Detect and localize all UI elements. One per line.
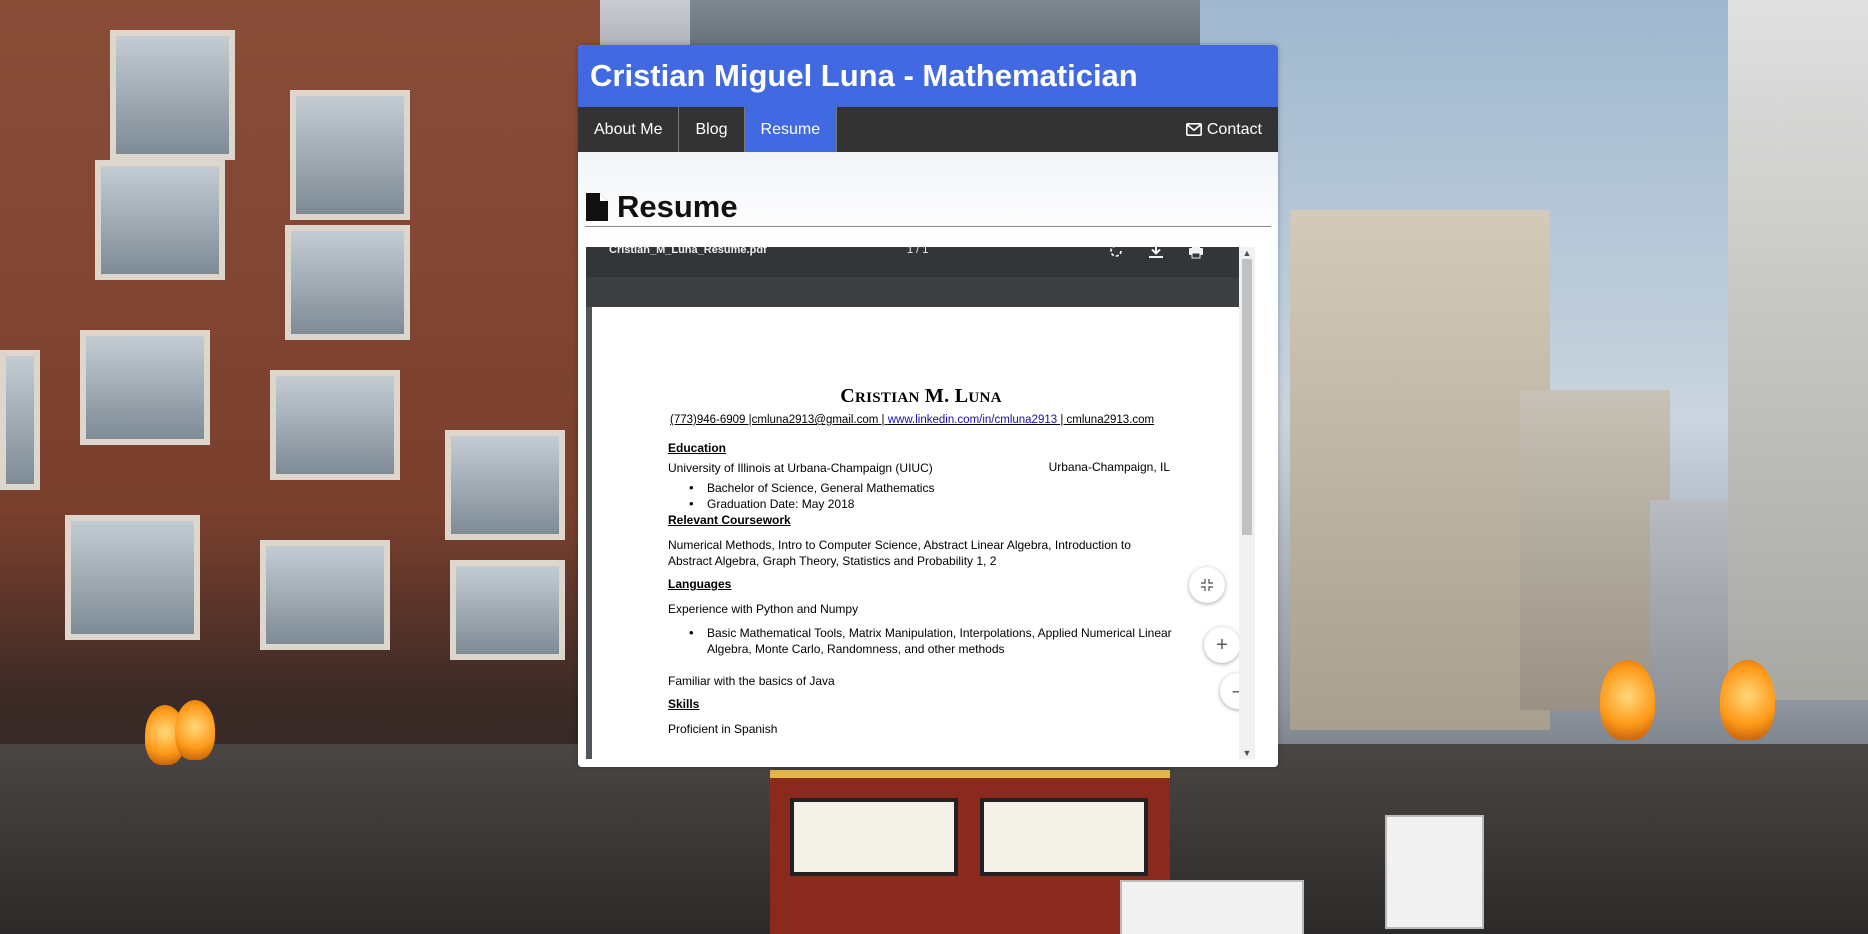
linkedin-link[interactable]: www.linkedin.com/in/cmluna2913	[888, 414, 1057, 426]
scroll-up-arrow[interactable]: ▲	[1239, 247, 1255, 259]
resume-name: CRISTIAN M. LUNA	[840, 385, 1002, 407]
site-header: Cristian Miguel Luna - Mathematician	[578, 45, 1278, 107]
background-building	[1520, 390, 1670, 710]
resume-languages-item-cont: Algebra, Monte Carlo, Randomness, and ot…	[707, 642, 1005, 656]
resume-coursework-line: Numerical Methods, Intro to Computer Sci…	[668, 538, 1131, 552]
pdf-scrollbar[interactable]: ▲ ▼	[1239, 247, 1255, 759]
section-title: Resume	[617, 189, 738, 224]
resume-heading-coursework: Relevant Coursework	[668, 513, 791, 527]
resume-heading-education: Education	[668, 441, 727, 455]
resume-education-item: Bachelor of Science, General Mathematics	[689, 480, 934, 496]
contact-label: Contact	[1206, 120, 1262, 138]
resume-skills-line: Proficient in Spanish	[668, 722, 778, 736]
background-truck	[1120, 880, 1304, 934]
background-street-lamp	[1600, 660, 1655, 740]
pdf-page: CRISTIAN M. LUNA (773)946-6909 |cmluna29…	[592, 307, 1250, 759]
background-street-lamp	[175, 700, 215, 760]
resume-heading-skills: Skills	[668, 697, 700, 711]
pdf-filename: Cristian_M_Luna_Resume.pdf	[609, 247, 767, 256]
resume-java-line: Familiar with the basics of Java	[668, 674, 835, 688]
background-street-lamp	[1720, 660, 1775, 740]
nav-item-contact[interactable]: Contact	[1170, 107, 1278, 152]
resume-contact-line: (773)946-6909 |cmluna2913@gmail.com | ww…	[670, 414, 1155, 426]
fit-page-button[interactable]	[1189, 567, 1225, 603]
content-area: Resume Cristian_M_Luna_Resume.pdf 1 / 1 …	[578, 152, 1278, 767]
scroll-down-arrow[interactable]: ▼	[1239, 747, 1255, 759]
zoom-in-button[interactable]: +	[1204, 627, 1240, 663]
rotate-icon[interactable]	[1105, 247, 1127, 261]
site-title: Cristian Miguel Luna - Mathematician	[590, 58, 1138, 93]
resume-languages-line: Experience with Python and Numpy	[668, 602, 859, 616]
envelope-icon	[1185, 123, 1202, 136]
main-card: Cristian Miguel Luna - Mathematician Abo…	[578, 45, 1278, 767]
section-heading: Resume	[585, 188, 1271, 227]
resume-heading-languages: Languages	[668, 577, 732, 591]
background-building	[1290, 210, 1550, 730]
resume-university: University of Illinois at Urbana-Champai…	[668, 461, 933, 475]
download-icon[interactable]	[1145, 247, 1167, 261]
resume-education-item: Graduation Date: May 2018	[689, 496, 854, 512]
fit-page-icon	[1201, 579, 1213, 591]
nav-item-blog[interactable]: Blog	[679, 107, 745, 152]
background-building	[1728, 0, 1868, 700]
file-icon	[586, 193, 608, 221]
background-theater-marquee	[770, 770, 1170, 934]
resume-languages-item: Basic Mathematical Tools, Matrix Manipul…	[689, 625, 1172, 641]
scrollbar-thumb[interactable]	[1242, 259, 1252, 535]
print-icon[interactable]	[1185, 247, 1207, 261]
zoom-in-icon: +	[1216, 633, 1228, 656]
background-truck	[1385, 815, 1484, 929]
nav-item-resume[interactable]: Resume	[744, 107, 838, 152]
pdf-toolbar: Cristian_M_Luna_Resume.pdf 1 / 1	[586, 247, 1255, 277]
resume-location: Urbana-Champaign, IL	[1048, 460, 1170, 474]
nav-bar: About Me Blog Resume Contact	[578, 107, 1278, 152]
pdf-viewer[interactable]: Cristian_M_Luna_Resume.pdf 1 / 1 CRISTIA…	[586, 247, 1255, 759]
nav-item-about-me[interactable]: About Me	[578, 107, 680, 152]
pdf-page-indicator: 1 / 1	[907, 247, 929, 256]
resume-coursework-line: Abstract Algebra, Graph Theory, Statisti…	[668, 554, 997, 568]
pdf-subbar	[586, 277, 1255, 307]
